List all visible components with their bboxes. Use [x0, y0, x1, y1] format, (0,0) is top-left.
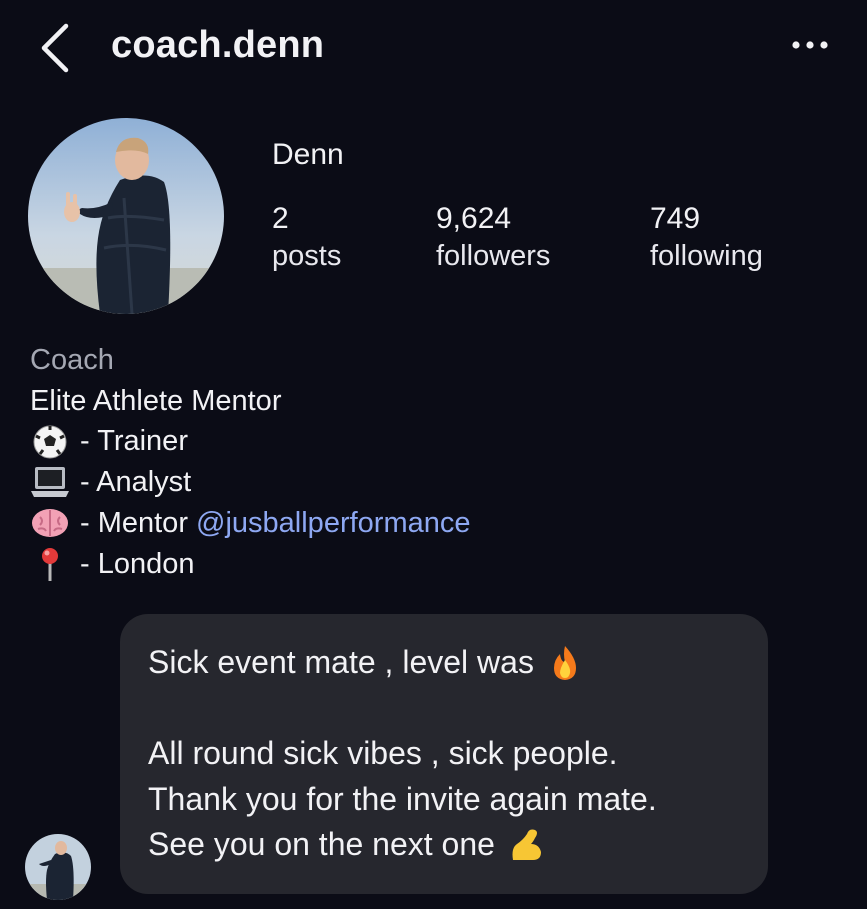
sender-avatar[interactable] — [25, 834, 91, 900]
profile-bio: Coach Elite Athlete Mentor - Trainer - A… — [30, 340, 470, 584]
profile-avatar[interactable] — [28, 118, 224, 314]
following-stat[interactable]: 749 following — [650, 200, 763, 274]
followers-stat[interactable]: 9,624 followers — [436, 200, 550, 274]
posts-stat[interactable]: 2 posts — [272, 200, 341, 274]
bio-line-text: - Mentor — [80, 506, 197, 539]
more-options-button[interactable] — [786, 30, 834, 60]
followers-label: followers — [436, 240, 551, 272]
message-line-3: Thank you for the invite again mate. — [148, 780, 657, 817]
message-text: See you on the next one — [148, 826, 495, 862]
profile-display-name: Denn — [272, 138, 344, 171]
following-label: following — [650, 240, 763, 272]
mention-link[interactable]: @jusballperformance — [196, 503, 470, 544]
followers-count: 9,624 — [436, 202, 512, 235]
bio-line-text: - Trainer — [80, 425, 188, 458]
brain-icon — [30, 505, 70, 541]
bio-line-text: - Analyst — [80, 466, 192, 499]
profile-username: coach.denn — [111, 24, 325, 66]
soccer-ball-icon — [30, 424, 70, 460]
profile-photo-image — [28, 118, 224, 314]
following-count: 749 — [650, 202, 701, 235]
bio-tagline: Elite Athlete Mentor — [30, 384, 282, 417]
round-pushpin-icon — [30, 546, 70, 582]
message-blank-line — [148, 686, 740, 732]
bio-line-location: - London — [30, 544, 470, 585]
bio-line-analyst: - Analyst — [30, 462, 470, 503]
flexed-biceps-icon — [507, 826, 545, 864]
profile-category: Coach — [30, 344, 114, 376]
top-bar: coach.denn — [0, 0, 867, 95]
chevron-left-icon — [41, 23, 69, 73]
message-line-2: All round sick vibes , sick people. — [148, 735, 618, 771]
sender-photo-image — [25, 834, 91, 900]
message-text: Sick event mate , level was — [148, 644, 534, 680]
message-line-4: See you on the next one — [148, 822, 740, 868]
more-horizontal-icon — [792, 41, 828, 49]
laptop-icon — [30, 464, 70, 500]
message-bubble[interactable]: Sick event mate , level was All round si… — [120, 614, 768, 894]
bio-line-text: - London — [80, 547, 195, 580]
back-button[interactable] — [34, 22, 78, 74]
message-line-1: Sick event mate , level was — [148, 640, 740, 686]
fire-icon — [546, 644, 584, 682]
posts-label: posts — [272, 240, 342, 272]
bio-line-trainer: - Trainer — [30, 421, 470, 462]
posts-count: 2 — [272, 202, 289, 235]
bio-line-mentor: - Mentor @jusballperformance — [30, 503, 470, 544]
